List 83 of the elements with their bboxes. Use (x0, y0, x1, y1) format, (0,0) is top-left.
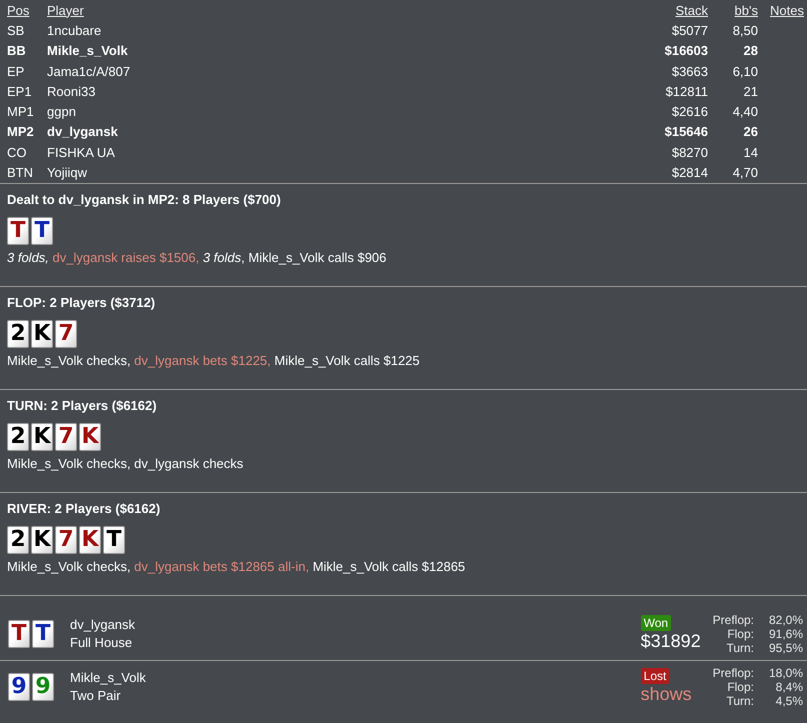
table-cell-text: 1ncubare (47, 22, 102, 38)
column-header[interactable]: Pos (7, 2, 47, 18)
street-title: FLOP: 2 Players ($3712) (7, 294, 156, 312)
action-line: Mikle_s_Volk checks, dv_lygansk bets $12865 all-in, Mikle_s_Volk calls $12865 (7, 558, 466, 574)
street-title: RIVER: 2 Players ($6162) (7, 500, 162, 518)
equity-label: Flop: (727, 680, 754, 694)
equity-value: 8,4% (776, 680, 803, 694)
playing-card: T (103, 526, 125, 554)
result-amount: $31892 (640, 631, 701, 652)
playing-card: T (7, 216, 29, 245)
table-cell-text: BB (7, 43, 27, 58)
outcome-badge: Lost (640, 668, 670, 684)
table-cell-text: dv_lygansk (47, 124, 119, 140)
playing-card: K (31, 320, 53, 348)
table-cell-text: MP2 (7, 124, 35, 140)
equity-value: 4,5% (776, 694, 803, 708)
table-cell: 21 (744, 84, 758, 99)
table-cell: $5077 (672, 22, 708, 38)
table-cell: 26 (744, 124, 758, 140)
street-title: TURN: 2 Players ($6162) (7, 398, 158, 415)
playing-card: K (31, 526, 53, 554)
table-cell-text: MP1 (7, 104, 35, 120)
equity-value: 18,0% (768, 666, 803, 680)
hand-name: Two Pair (70, 688, 122, 704)
playing-card: K (79, 526, 101, 554)
action-line: 3 folds, dv_lygansk raises $1506, 3 folds, Mikle_s_Volk calls $906 (7, 250, 388, 265)
table-cell: $2814 (672, 165, 708, 180)
table-cell-text: BTN (7, 165, 34, 180)
playing-card: 9 (32, 672, 54, 701)
table-cell: 4,40 (732, 104, 758, 120)
playing-card: T (31, 216, 53, 245)
table-cell: $16603 (664, 43, 708, 58)
playing-card: T (32, 620, 54, 648)
action-line: Mikle_s_Volk checks, dv_lygansk checks (7, 456, 244, 471)
equity-label: Turn: (726, 640, 754, 655)
result-amount: shows (640, 684, 692, 706)
column-header[interactable]: Stack (675, 2, 708, 18)
column-header[interactable]: bb's (734, 2, 758, 18)
hand-name: Full House (70, 635, 134, 650)
column-header[interactable]: Notes (770, 2, 804, 18)
equity-label: Preflop: (712, 612, 754, 627)
table-cell-text: FISHKA UA (47, 144, 116, 160)
equity-label: Preflop: (712, 666, 754, 680)
table-cell-text: EP1 (7, 84, 33, 99)
table-cell-text: CO (7, 144, 28, 160)
table-cell-text: Mikle_s_Volk (47, 43, 129, 58)
playing-card: 7 (55, 422, 77, 451)
table-cell-text: SB (7, 22, 26, 38)
playing-card: T (8, 620, 30, 648)
playing-card: 9 (8, 672, 30, 701)
equity-label: Flop: (727, 626, 754, 641)
table-cell-text: EP (7, 64, 26, 79)
equity-value: 82,0% (768, 612, 803, 627)
playing-card: 2 (7, 526, 29, 554)
table-cell: $8270 (672, 144, 708, 160)
table-cell: $3663 (672, 64, 708, 79)
table-cell-text: Rooni33 (47, 84, 96, 99)
street-title: Dealt to dv_lygansk in MP2: 8 Players ($700) (7, 192, 282, 209)
playing-card: 2 (7, 320, 29, 348)
table-cell-text: Yojiiqw (47, 165, 88, 180)
playing-card: 2 (7, 422, 29, 451)
table-cell: 6,10 (732, 64, 758, 79)
playing-card: 7 (55, 526, 77, 554)
table-cell: 28 (744, 43, 758, 58)
playing-card: K (31, 422, 53, 451)
equity-value: 95,5% (768, 640, 803, 655)
outcome-badge: Won (640, 615, 672, 632)
table-cell: 14 (744, 144, 758, 160)
table-cell: 8,50 (732, 22, 758, 38)
playing-card: K (79, 422, 101, 451)
equity-label: Turn: (726, 694, 754, 708)
table-cell: 4,70 (732, 165, 758, 180)
playing-card: 7 (55, 320, 77, 348)
equity-value: 91,6% (768, 626, 803, 641)
action-line: Mikle_s_Volk checks, dv_lygansk bets $1225, Mikle_s_Volk calls $1225 (7, 352, 421, 368)
player-name: dv_lygansk (70, 617, 136, 632)
table-cell: $12811 (666, 84, 708, 99)
table-cell: $15646 (664, 124, 708, 140)
column-header[interactable]: Player (47, 2, 628, 18)
table-cell-text: Jama1c/A/807 (47, 64, 132, 79)
player-name: Mikle_s_Volk (70, 670, 147, 686)
table-cell-text: ggpn (47, 104, 77, 120)
table-cell: $2616 (672, 104, 708, 120)
